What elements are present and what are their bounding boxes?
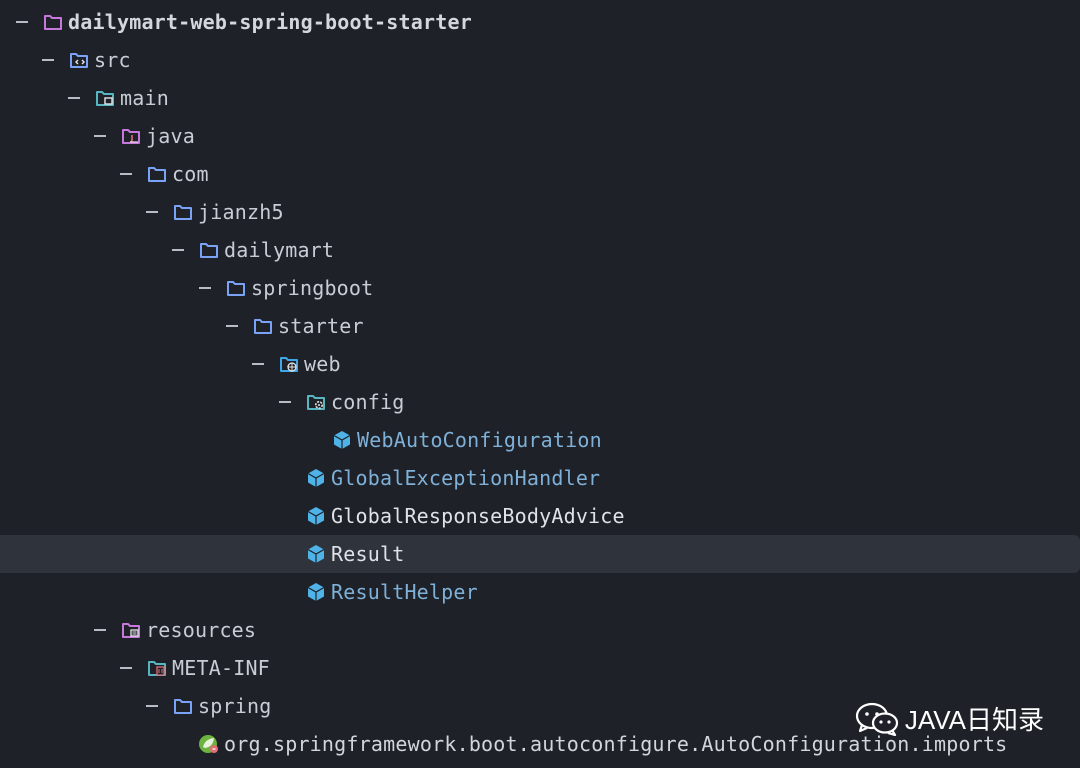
tree-node-label: src: [94, 48, 131, 72]
tree-node-label: GlobalExceptionHandler: [331, 466, 601, 490]
tree-node-label: starter: [278, 314, 364, 338]
tree-node-label: web: [304, 352, 341, 376]
tree-node-label: com: [172, 162, 209, 186]
tree-node-resulthelper[interactable]: ResultHelper: [0, 573, 1080, 611]
tree-node-label: GlobalResponseBodyAdvice: [331, 504, 625, 528]
package-folder-icon: [252, 315, 274, 337]
folder-icon: [42, 11, 64, 33]
project-tree: dailymart-web-spring-boot-starter src ma…: [0, 3, 1080, 763]
watermark-text: JAVA日知录: [904, 705, 1044, 735]
tree-node-dailymart-web-spring-boot-starter[interactable]: dailymart-web-spring-boot-starter: [0, 3, 1080, 41]
tree-node-java[interactable]: java: [0, 117, 1080, 155]
class-icon: [305, 467, 327, 489]
tree-node-label: resources: [146, 618, 257, 642]
package-folder-icon: [146, 163, 168, 185]
collapse-toggle[interactable]: [16, 21, 28, 23]
tree-node-label: springboot: [251, 276, 374, 300]
main-folder-icon: [94, 87, 116, 109]
tree-node-label: dailymart: [224, 238, 335, 262]
tree-node-globalexceptionhandler[interactable]: GlobalExceptionHandler: [0, 459, 1080, 497]
collapse-toggle[interactable]: [279, 401, 291, 403]
tree-node-label: java: [146, 124, 195, 148]
class-icon: [331, 429, 353, 451]
collapse-toggle[interactable]: [94, 135, 106, 137]
collapse-toggle[interactable]: [120, 173, 132, 175]
collapse-toggle[interactable]: [146, 705, 158, 707]
package-folder-icon: [172, 201, 194, 223]
tree-node-label: WebAutoConfiguration: [357, 428, 602, 452]
tree-node-webautoconfiguration[interactable]: WebAutoConfiguration: [0, 421, 1080, 459]
tree-node-label: META-INF: [172, 656, 270, 680]
tree-node-label: config: [331, 390, 405, 414]
package-folder-icon: [172, 695, 194, 717]
tree-node-com[interactable]: com: [0, 155, 1080, 193]
tree-node-main[interactable]: main: [0, 79, 1080, 117]
config-folder-icon: [305, 391, 327, 413]
collapse-toggle[interactable]: [68, 97, 80, 99]
meta-inf-folder-icon: [146, 657, 168, 679]
class-icon: [305, 581, 327, 603]
class-icon: [305, 505, 327, 527]
java-folder-icon: [120, 125, 142, 147]
spring-file-icon: [198, 733, 220, 755]
tree-node-resources[interactable]: resources: [0, 611, 1080, 649]
tree-node-globalresponsebodyadvice[interactable]: GlobalResponseBodyAdvice: [0, 497, 1080, 535]
collapse-toggle[interactable]: [94, 629, 106, 631]
tree-node-label: dailymart-web-spring-boot-starter: [68, 10, 472, 34]
tree-node-src[interactable]: src: [0, 41, 1080, 79]
tree-node-meta-inf[interactable]: META-INF: [0, 649, 1080, 687]
source-folder-icon: [68, 49, 90, 71]
watermark: JAVA日知录: [855, 700, 1044, 737]
tree-node-label: ResultHelper: [331, 580, 478, 604]
tree-node-label: Result: [331, 542, 405, 566]
tree-node-result[interactable]: Result: [0, 535, 1080, 573]
tree-node-label: jianzh5: [198, 200, 284, 224]
collapse-toggle[interactable]: [199, 287, 211, 289]
resources-folder-icon: [120, 619, 142, 641]
tree-node-label: spring: [198, 694, 272, 718]
tree-node-web[interactable]: web: [0, 345, 1080, 383]
web-folder-icon: [278, 353, 300, 375]
tree-node-starter[interactable]: starter: [0, 307, 1080, 345]
collapse-toggle[interactable]: [146, 211, 158, 213]
tree-node-jianzh5[interactable]: jianzh5: [0, 193, 1080, 231]
tree-node-label: main: [120, 86, 169, 110]
tree-node-config[interactable]: config: [0, 383, 1080, 421]
collapse-toggle[interactable]: [172, 249, 184, 251]
collapse-toggle[interactable]: [252, 363, 264, 365]
collapse-toggle[interactable]: [42, 59, 54, 61]
tree-node-springboot[interactable]: springboot: [0, 269, 1080, 307]
collapse-toggle[interactable]: [120, 667, 132, 669]
package-folder-icon: [225, 277, 247, 299]
class-icon: [305, 543, 327, 565]
package-folder-icon: [198, 239, 220, 261]
tree-node-dailymart[interactable]: dailymart: [0, 231, 1080, 269]
wechat-icon: [855, 702, 899, 736]
collapse-toggle[interactable]: [226, 325, 238, 327]
